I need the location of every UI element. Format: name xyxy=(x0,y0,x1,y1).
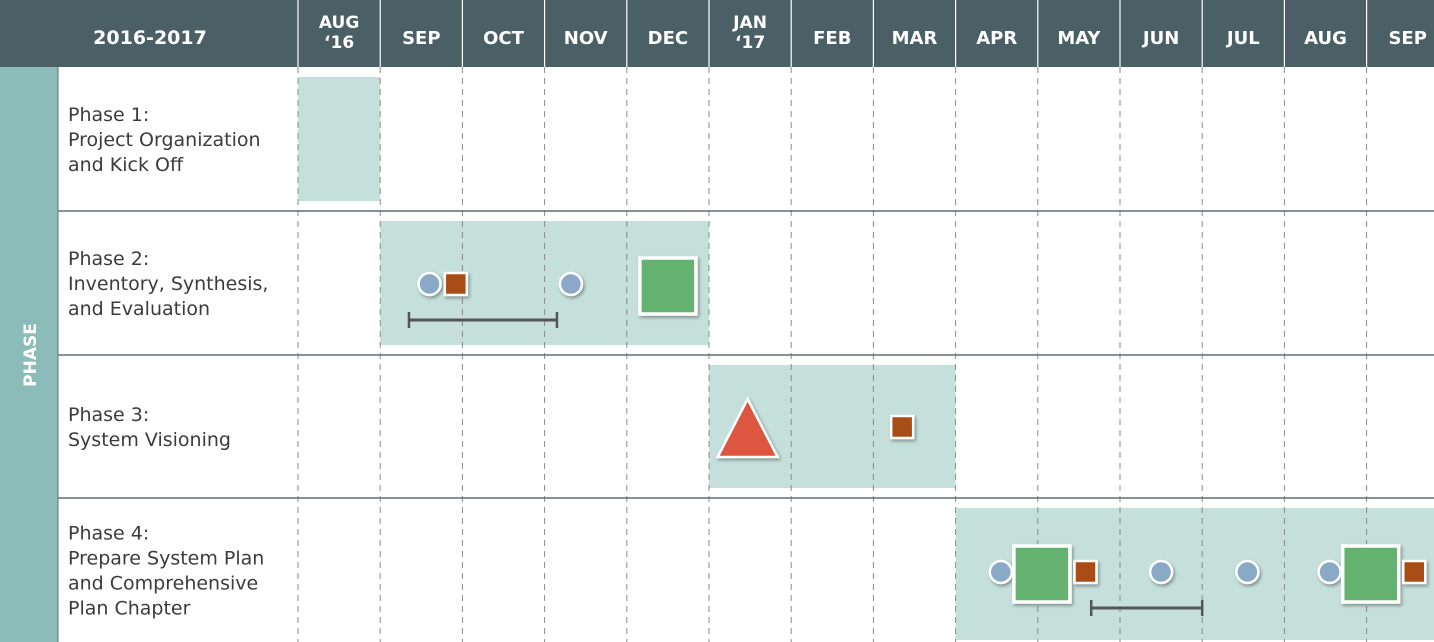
phase-label-line: and Evaluation xyxy=(68,298,210,320)
large-square-marker xyxy=(638,256,698,316)
circle-marker xyxy=(1148,559,1174,585)
month-header: SEP xyxy=(402,28,440,49)
month-header: MAR xyxy=(892,28,938,49)
timeline-chart: 2016-2017 AUG ‘16 SEP OCT NOV DEC JAN ‘17 FEB MAR A… xyxy=(0,0,1434,642)
phase-label-line: Phase 1: xyxy=(68,104,149,126)
phase-label-line: Plan Chapter xyxy=(68,598,191,620)
month-header: OCT xyxy=(483,28,525,49)
month-header: DEC xyxy=(648,28,688,49)
month-header: JAN xyxy=(732,13,767,33)
phase-timeline-svg: 2016-2017AUG‘16 SEP OCT NOV DECJAN‘17 FEB MAR A… xyxy=(0,0,1434,642)
small-square-marker xyxy=(1073,559,1098,585)
phase-label-line: Phase 3: xyxy=(68,404,149,426)
phase-label-line: Phase 4: xyxy=(68,523,149,545)
large-square-marker xyxy=(1012,544,1072,604)
phase-label-line: Prepare System Plan xyxy=(68,548,264,570)
large-square-marker xyxy=(1340,544,1401,604)
month-header-year: ‘17 xyxy=(735,33,765,53)
phase-label-line: and Comprehensive xyxy=(68,573,258,595)
header-bar xyxy=(0,0,1434,67)
month-header: JUL xyxy=(1225,28,1260,49)
circle-marker xyxy=(1317,559,1342,585)
month-header: AUG xyxy=(1304,28,1347,49)
circle-marker xyxy=(988,559,1014,585)
phase-label-line: Phase 2: xyxy=(68,248,149,270)
month-header: MAY xyxy=(1057,28,1101,49)
small-square-marker xyxy=(1402,559,1427,585)
month-header-year: ‘16 xyxy=(324,33,354,53)
phase-label-line: System Visioning xyxy=(68,429,231,451)
month-header: AUG xyxy=(319,13,359,33)
phase-label-line: Project Organization xyxy=(68,129,261,151)
circle-marker xyxy=(558,271,584,297)
month-header: APR xyxy=(976,28,1017,49)
small-square-marker xyxy=(889,414,915,440)
circle-marker xyxy=(1235,559,1260,585)
small-square-marker xyxy=(443,271,469,297)
month-header: SEP xyxy=(1388,28,1426,49)
phase-side-label: PHASE xyxy=(21,323,41,387)
phase-label-line: and Kick Off xyxy=(68,154,184,176)
period-label: 2016-2017 xyxy=(93,27,207,49)
month-header: FEB xyxy=(813,28,851,49)
month-header: JUN xyxy=(1141,28,1179,49)
phase-label-line: Inventory, Synthesis, xyxy=(68,273,268,295)
phase-bar xyxy=(298,77,381,201)
month-header: NOV xyxy=(564,28,608,49)
circle-marker xyxy=(417,271,442,297)
